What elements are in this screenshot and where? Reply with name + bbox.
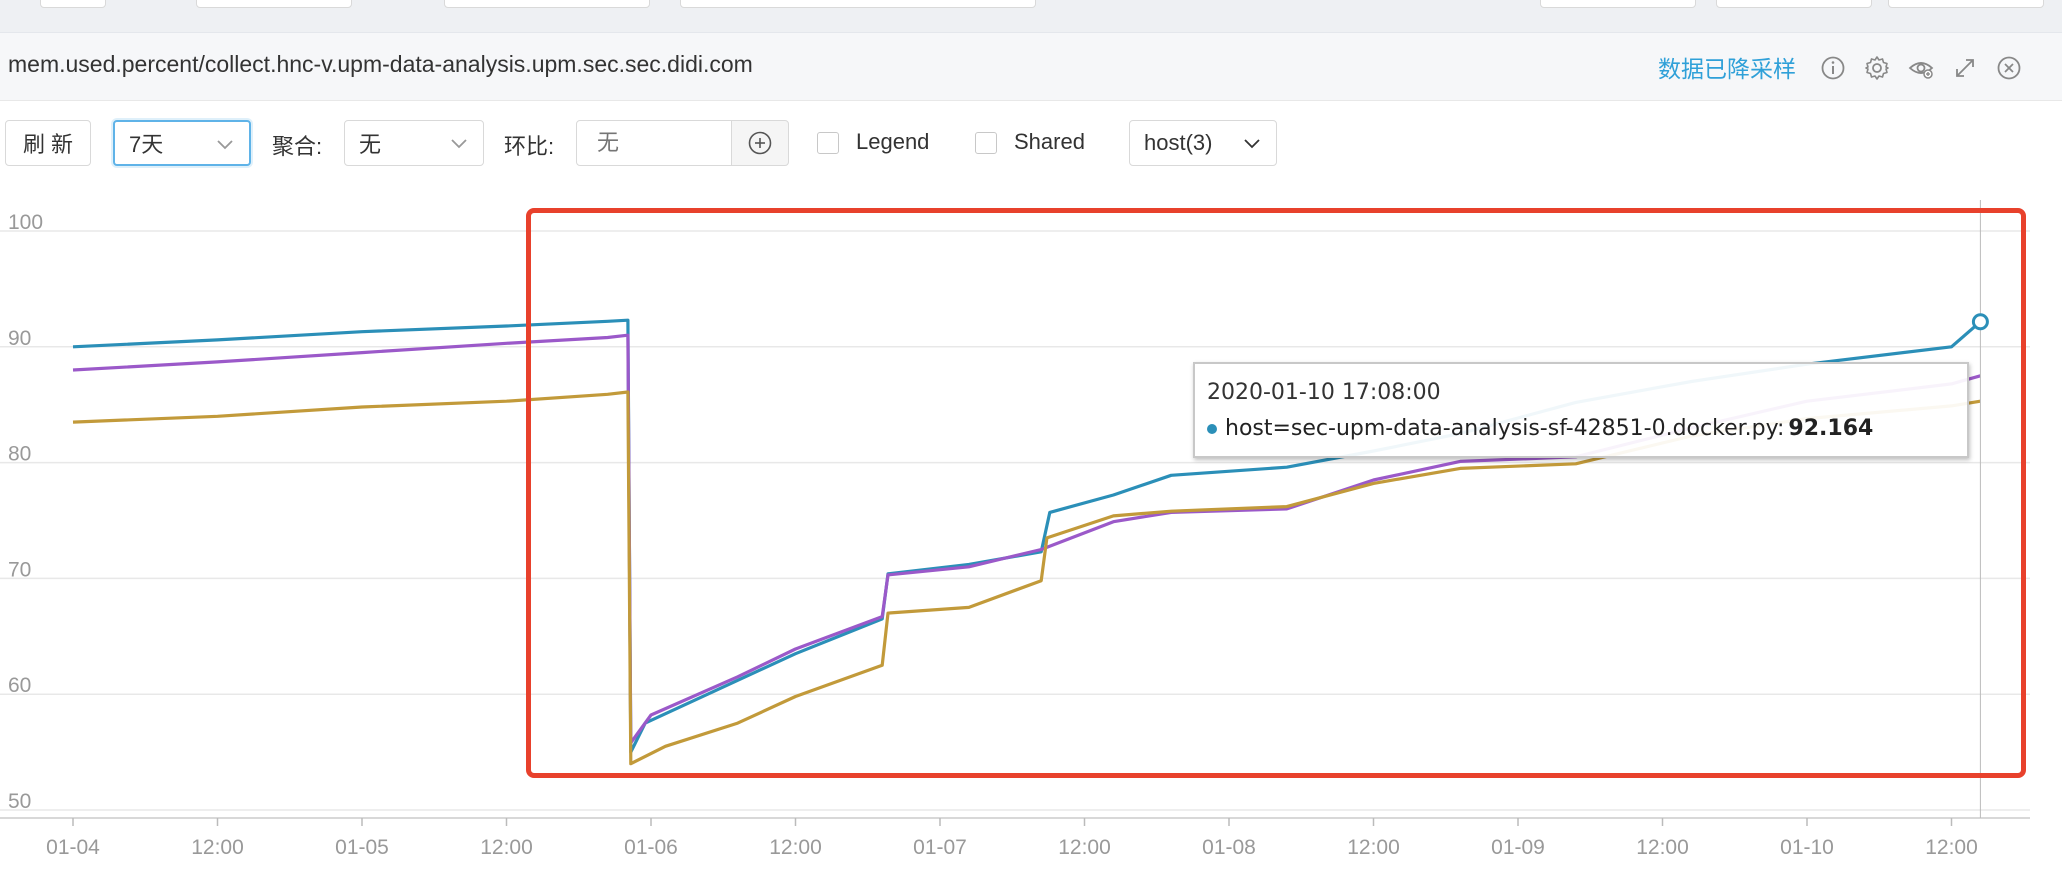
x-tick-label: 12:00	[1925, 836, 1978, 859]
add-compare-button[interactable]	[731, 120, 789, 166]
x-tick-label: 01-09	[1491, 836, 1545, 859]
time-range-value: 7天	[129, 132, 164, 157]
shared-checkbox[interactable]	[975, 132, 997, 154]
close-icon[interactable]	[1996, 55, 2022, 81]
downsample-status[interactable]: 数据已降采样	[1658, 50, 1796, 84]
chart-tooltip: 2020-01-10 17:08:00 host=sec-upm-data-an…	[1193, 362, 1969, 458]
x-tick-label: 01-07	[913, 836, 967, 859]
top-toolbar-strip	[0, 0, 2062, 30]
chevron-down-icon	[451, 139, 467, 149]
x-tick-label: 12:00	[1058, 836, 1111, 859]
top-control-7[interactable]	[1888, 0, 2044, 8]
y-tick-label: 100	[8, 211, 43, 234]
chevron-down-icon	[217, 140, 233, 150]
top-control-4[interactable]	[680, 0, 1036, 8]
legend-checkbox[interactable]	[817, 132, 839, 154]
x-tick-label: 01-04	[46, 836, 100, 859]
chevron-down-icon	[1244, 139, 1260, 149]
y-tick-label: 70	[8, 558, 31, 581]
top-control-5[interactable]	[1540, 0, 1696, 8]
compare-input[interactable]	[576, 120, 732, 166]
top-control-3[interactable]	[444, 0, 650, 8]
x-tick-label: 12:00	[769, 836, 822, 859]
x-tick-label: 01-05	[335, 836, 389, 859]
host-select-value: host(3)	[1144, 130, 1213, 155]
x-tick-label: 12:00	[191, 836, 244, 859]
x-tick-label: 01-08	[1202, 836, 1256, 859]
compare-label: 环比:	[504, 134, 555, 159]
aggregate-select[interactable]: 无	[344, 120, 484, 166]
tooltip-time: 2020-01-10 17:08:00	[1207, 380, 1441, 405]
tooltip-series-row: host=sec-upm-data-analysis-sf-42851-0.do…	[1207, 416, 1873, 441]
host-select[interactable]: host(3)	[1129, 120, 1277, 166]
series-color-dot	[1207, 423, 1217, 434]
expand-icon[interactable]	[1952, 55, 1978, 81]
panel-header: mem.used.percent/collect.hnc-v.upm-data-…	[0, 33, 2062, 101]
tooltip-series-name: host=sec-upm-data-analysis-sf-42851-0.do…	[1225, 416, 1785, 441]
plus-circle-icon	[748, 131, 772, 155]
screen: mem.used.percent/collect.hnc-v.upm-data-…	[0, 0, 2062, 880]
top-control-6[interactable]	[1716, 0, 1872, 8]
eye-icon[interactable]	[1908, 55, 1934, 81]
y-tick-label: 80	[8, 443, 31, 466]
refresh-button[interactable]: 刷 新	[5, 120, 91, 166]
x-tick-label: 01-10	[1780, 836, 1834, 859]
tooltip-value: 92.164	[1788, 416, 1874, 441]
panel-title: mem.used.percent/collect.hnc-v.upm-data-…	[8, 51, 753, 77]
info-icon[interactable]	[1820, 55, 1846, 81]
y-tick-label: 90	[8, 327, 31, 350]
y-tick-label: 60	[8, 674, 31, 697]
top-control-2[interactable]	[196, 0, 352, 8]
top-control-1[interactable]	[40, 0, 106, 8]
gear-icon[interactable]	[1864, 55, 1890, 81]
x-tick-label: 12:00	[480, 836, 533, 859]
x-tick-label: 12:00	[1347, 836, 1400, 859]
aggregate-label: 聚合:	[272, 134, 323, 159]
time-range-select[interactable]: 7天	[113, 120, 251, 166]
aggregate-value: 无	[359, 132, 382, 157]
highlight-box	[526, 208, 2026, 778]
shared-label: Shared	[1014, 129, 1085, 154]
legend-label: Legend	[856, 129, 930, 154]
y-tick-label: 50	[8, 790, 31, 813]
x-tick-label: 12:00	[1636, 836, 1689, 859]
x-tick-label: 01-06	[624, 836, 678, 859]
